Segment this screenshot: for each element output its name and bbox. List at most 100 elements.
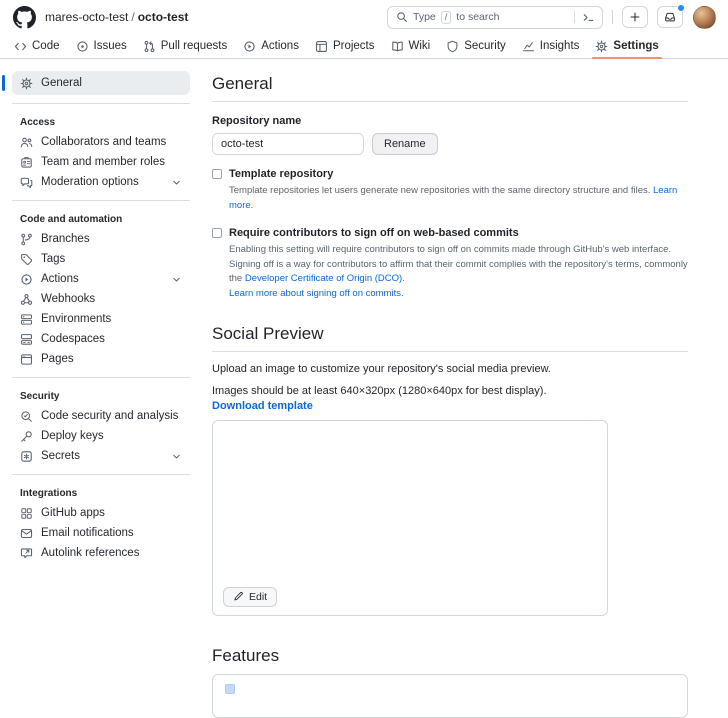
- sidebar-item-branches[interactable]: Branches: [12, 229, 190, 249]
- tab-label: Insights: [540, 40, 580, 52]
- sidebar-item-label: General: [41, 77, 82, 89]
- tab-actions[interactable]: Actions: [235, 34, 307, 58]
- download-template-link[interactable]: Download template: [212, 400, 313, 412]
- tab-code[interactable]: Code: [6, 34, 68, 58]
- template-repository-note: Template repositories let users generate…: [229, 184, 688, 213]
- sidebar-item-label: Environments: [41, 313, 111, 325]
- social-preview-size-hint: Images should be at least 640×320px (128…: [212, 385, 688, 397]
- github-logo-icon[interactable]: [13, 6, 36, 29]
- sidebar-item-environments[interactable]: Environments: [12, 309, 190, 329]
- social-preview-upload-area[interactable]: Edit: [212, 420, 608, 616]
- sidebar-item-label: Pages: [41, 353, 74, 365]
- chevron-down-icon: [171, 274, 182, 285]
- sidebar-item-general[interactable]: General: [12, 71, 190, 95]
- settings-sidebar: General Access Collaborators and teams T…: [0, 71, 198, 718]
- sidebar-item-secrets[interactable]: Secrets: [12, 446, 190, 466]
- tag-icon: [20, 253, 33, 266]
- tab-label: Security: [464, 40, 506, 52]
- sidebar-item-label: Actions: [41, 273, 79, 285]
- sidebar-divider: [12, 377, 190, 378]
- signoff-note: Enabling this setting will require contr…: [229, 243, 688, 302]
- sidebar-divider: [12, 200, 190, 201]
- sidebar-item-codespaces[interactable]: Codespaces: [12, 329, 190, 349]
- breadcrumb-owner[interactable]: mares-octo-test: [45, 10, 128, 24]
- tab-projects[interactable]: Projects: [307, 34, 383, 58]
- sidebar-divider: [12, 474, 190, 475]
- template-repository-checkbox[interactable]: [212, 169, 222, 179]
- sidebar-item-collaborators[interactable]: Collaborators and teams: [12, 132, 190, 152]
- tab-label: Issues: [94, 40, 127, 52]
- global-search-input[interactable]: Type / to search: [387, 6, 603, 29]
- sidebar-section-code-automation: Code and automation: [12, 209, 190, 229]
- breadcrumb-repo[interactable]: octo-test: [138, 10, 189, 24]
- tab-insights[interactable]: Insights: [514, 34, 588, 58]
- avatar[interactable]: [693, 6, 716, 29]
- repository-name-label: Repository name: [212, 115, 688, 127]
- git-pull-request-icon: [143, 40, 156, 53]
- people-icon: [20, 136, 33, 149]
- header-divider: [612, 10, 613, 24]
- chevron-down-icon: [171, 177, 182, 188]
- sidebar-item-label: Codespaces: [41, 333, 105, 345]
- sidebar-item-pages[interactable]: Pages: [12, 349, 190, 369]
- sidebar-item-moderation-options[interactable]: Moderation options: [12, 172, 190, 192]
- tab-label: Projects: [333, 40, 375, 52]
- page-title: General: [212, 74, 688, 102]
- sidebar-item-label: GitHub apps: [41, 507, 105, 519]
- tab-label: Actions: [261, 40, 299, 52]
- edit-social-preview-button[interactable]: Edit: [223, 587, 277, 607]
- sidebar-item-actions[interactable]: Actions: [12, 269, 190, 289]
- repo-nav: Code Issues Pull requests Actions Projec…: [0, 34, 728, 59]
- tab-issues[interactable]: Issues: [68, 34, 135, 58]
- sidebar-item-github-apps[interactable]: GitHub apps: [12, 503, 190, 523]
- signoff-learn-more-link[interactable]: Learn more about signing off on commits.: [229, 288, 404, 299]
- git-branch-icon: [20, 233, 33, 246]
- tab-wiki[interactable]: Wiki: [383, 34, 439, 58]
- tab-pull-requests[interactable]: Pull requests: [135, 34, 235, 58]
- sidebar-item-code-security[interactable]: Code security and analysis: [12, 406, 190, 426]
- inbox-icon: [664, 11, 676, 23]
- browser-icon: [20, 353, 33, 366]
- create-new-button[interactable]: [622, 6, 648, 28]
- breadcrumb-separator: /: [128, 10, 137, 24]
- mail-icon: [20, 527, 33, 540]
- graph-icon: [522, 40, 535, 53]
- sidebar-item-tags[interactable]: Tags: [12, 249, 190, 269]
- features-heading: Features: [212, 646, 688, 666]
- sidebar-item-label: Autolink references: [41, 547, 139, 559]
- sidebar-item-email-notifications[interactable]: Email notifications: [12, 523, 190, 543]
- sidebar-item-label: Moderation options: [41, 176, 139, 188]
- tab-security[interactable]: Security: [438, 34, 514, 58]
- sidebar-item-label: Code security and analysis: [41, 410, 178, 422]
- sidebar-item-webhooks[interactable]: Webhooks: [12, 289, 190, 309]
- rename-button[interactable]: Rename: [372, 133, 438, 155]
- search-placeholder-suffix: to search: [456, 11, 499, 23]
- sidebar-item-team-roles[interactable]: Team and member roles: [12, 152, 190, 172]
- plus-icon: [629, 11, 641, 23]
- key-icon: [20, 430, 33, 443]
- sidebar-section-security: Security: [12, 386, 190, 406]
- gear-icon: [595, 40, 608, 53]
- cross-reference-icon: [20, 547, 33, 560]
- repository-name-input[interactable]: [212, 133, 364, 155]
- feature-checkbox[interactable]: [225, 684, 235, 694]
- codescan-icon: [20, 410, 33, 423]
- template-repository-label: Template repository: [229, 168, 333, 181]
- signoff-checkbox[interactable]: [212, 228, 222, 238]
- webhook-icon: [20, 293, 33, 306]
- sidebar-item-autolink-references[interactable]: Autolink references: [12, 543, 190, 563]
- sidebar-item-deploy-keys[interactable]: Deploy keys: [12, 426, 190, 446]
- social-preview-description: Upload an image to customize your reposi…: [212, 363, 688, 375]
- dco-link[interactable]: Developer Certificate of Origin (DCO): [245, 273, 402, 284]
- social-preview-heading: Social Preview: [212, 324, 688, 352]
- issue-opened-icon: [76, 40, 89, 53]
- sidebar-item-label: Secrets: [41, 450, 80, 462]
- terminal-icon[interactable]: [582, 11, 595, 24]
- inbox-button[interactable]: [657, 6, 683, 28]
- tab-label: Wiki: [409, 40, 431, 52]
- sidebar-item-label: Tags: [41, 253, 65, 265]
- shield-icon: [446, 40, 459, 53]
- play-icon: [243, 40, 256, 53]
- app-header: mares-octo-test/octo-test Type / to sear…: [0, 0, 728, 34]
- tab-settings[interactable]: Settings: [587, 34, 666, 58]
